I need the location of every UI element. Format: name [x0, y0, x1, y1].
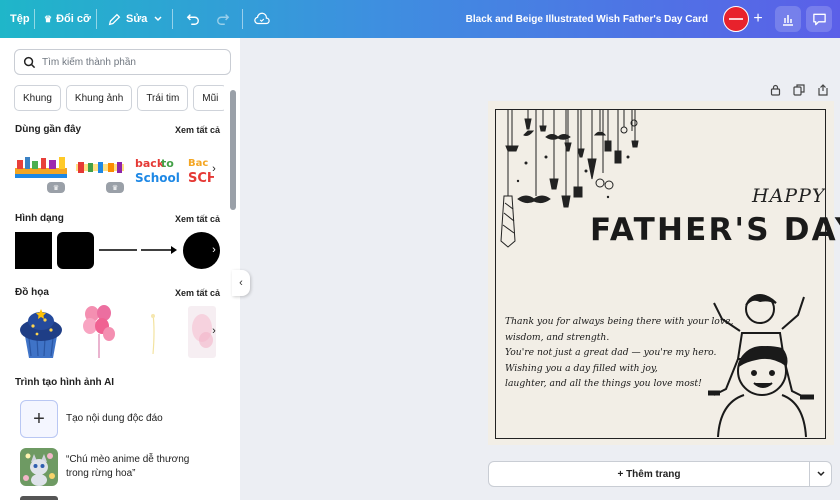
design-page[interactable]: HAPPY FATHER'S DAY Thank you for always …: [488, 101, 840, 445]
divider: [96, 9, 97, 29]
chip-arrow[interactable]: Mũi: [193, 85, 224, 111]
happy-text[interactable]: HAPPY: [752, 185, 825, 207]
divider: [34, 9, 35, 29]
redo-icon: [217, 14, 230, 25]
panel-scrollbar[interactable]: [230, 90, 236, 210]
bar-chart-icon: [783, 15, 793, 26]
graphics-see-all-link[interactable]: Xem tất cả: [175, 288, 220, 298]
resize-label: Đổi cỡ: [56, 13, 91, 25]
graphic-pink-balloons[interactable]: [82, 304, 116, 360]
recent-see-all-link[interactable]: Xem tất cả: [175, 125, 220, 135]
add-page-button[interactable]: + Thêm trang: [488, 461, 810, 487]
plus-icon: +: [753, 10, 763, 27]
redo-button[interactable]: [214, 0, 232, 38]
ai-next-thumbnail: [20, 496, 58, 500]
add-page-icon-button[interactable]: [816, 82, 830, 98]
back-to-school-text-graphic: back to School: [135, 157, 180, 185]
elements-panel: Khung Khung ảnh Trái tim Mũi Dùng gần đâ…: [0, 38, 240, 500]
svg-text:to: to: [161, 157, 174, 170]
ai-sample-thumbnail: [20, 448, 58, 486]
resize-button[interactable]: ♛ Đổi cỡ: [44, 0, 91, 38]
crown-icon: ♛: [44, 13, 53, 24]
pro-badge: ♛: [47, 182, 65, 193]
recent-item-sticker-1[interactable]: [15, 152, 67, 182]
plus-icon: +: [20, 400, 58, 438]
file-menu[interactable]: Tệp: [10, 0, 30, 38]
divider: [242, 9, 243, 29]
cupcake-graphic: [20, 309, 62, 358]
shape-square[interactable]: [15, 232, 52, 269]
avatar-mark: [729, 18, 743, 20]
lock-icon: [770, 84, 780, 96]
ai-create-label: Tạo nội dung độc đáo: [66, 413, 163, 424]
recent-section-title: Dùng gần đây: [15, 124, 82, 135]
divider: [172, 9, 173, 29]
copy-icon: [793, 84, 805, 96]
collapse-panel-button[interactable]: ‹: [232, 270, 250, 296]
shape-arrow-line[interactable]: [141, 243, 179, 257]
shape-line[interactable]: [99, 243, 137, 257]
fathers-day-heading[interactable]: FATHER'S DAY: [590, 212, 840, 248]
avatar[interactable]: [723, 6, 749, 32]
file-menu-label: Tệp: [10, 13, 30, 25]
filter-chips: Khung Khung ảnh Trái tim Mũi: [14, 85, 224, 111]
ai-sample-prompt[interactable]: “Chú mèo anime dễ thương trong rừng hoa”: [20, 448, 196, 486]
shapes-see-all-link[interactable]: Xem tất cả: [175, 214, 220, 224]
school-supplies-graphic: [15, 157, 67, 178]
shapes-section-title: Hình dạng: [15, 213, 64, 224]
analytics-button[interactable]: [775, 6, 801, 32]
edit-mode-label: Sửa: [126, 13, 148, 25]
balloons-graphic: [83, 305, 115, 358]
chip-heart[interactable]: Trái tim: [137, 85, 189, 111]
cloud-save-status[interactable]: [252, 0, 272, 38]
svg-text:School: School: [135, 171, 180, 185]
comment-icon: [812, 13, 826, 26]
duplicate-page-button[interactable]: [792, 82, 806, 98]
chip-photo-frame[interactable]: Khung ảnh: [65, 85, 133, 111]
graphic-cupcake[interactable]: [17, 306, 65, 360]
design-title[interactable]: Black and Beige Illustrated Wish Father'…: [466, 0, 708, 38]
chip-frame[interactable]: Khung: [14, 85, 61, 111]
anime-cat-graphic: [20, 448, 58, 486]
add-page-options-button[interactable]: [809, 461, 832, 487]
shape-rounded-square[interactable]: [57, 232, 94, 269]
ai-create-button[interactable]: + Tạo nội dung độc đáo: [20, 400, 163, 438]
top-toolbar: Tệp ♛ Đổi cỡ Sửa Black and Beige Illustr…: [0, 0, 840, 38]
chevron-right-icon[interactable]: ›: [207, 243, 221, 257]
svg-text:Bac: Bac: [188, 158, 208, 169]
add-collaborator-button[interactable]: +: [748, 0, 768, 38]
graphic-sparkle[interactable]: [146, 310, 160, 358]
search-input[interactable]: [42, 56, 222, 68]
ai-section-title: Trình tạo hình ảnh AI: [15, 377, 115, 388]
chevron-left-icon: ‹: [239, 277, 243, 289]
ai-sample-prompt-label: “Chú mèo anime dễ thương trong rừng hoa”: [66, 454, 190, 479]
undo-icon: [186, 14, 199, 25]
search-icon: [23, 56, 36, 68]
chevron-right-icon[interactable]: ›: [207, 162, 221, 176]
chevron-down-icon: [816, 471, 825, 477]
recent-item-sticker-3[interactable]: back to School: [133, 154, 185, 186]
chevron-right-icon[interactable]: ›: [207, 324, 221, 338]
share-page-icon: [818, 84, 828, 96]
school-banner-graphic: [76, 162, 124, 173]
graphics-section-title: Đồ họa: [15, 287, 49, 298]
recent-item-sticker-2[interactable]: [76, 160, 124, 176]
undo-button[interactable]: [184, 0, 202, 38]
father-child-illustration: [708, 294, 814, 438]
sparkle-graphic: [151, 313, 155, 355]
lock-button[interactable]: [768, 82, 782, 98]
chevron-down-icon: [154, 16, 162, 22]
search-box[interactable]: [14, 49, 231, 75]
edit-mode-dropdown[interactable]: Sửa: [108, 0, 163, 38]
comments-button[interactable]: [806, 6, 832, 32]
pencil-icon: [108, 13, 121, 25]
pro-badge: ♛: [106, 182, 124, 193]
cloud-check-icon: [254, 12, 270, 25]
